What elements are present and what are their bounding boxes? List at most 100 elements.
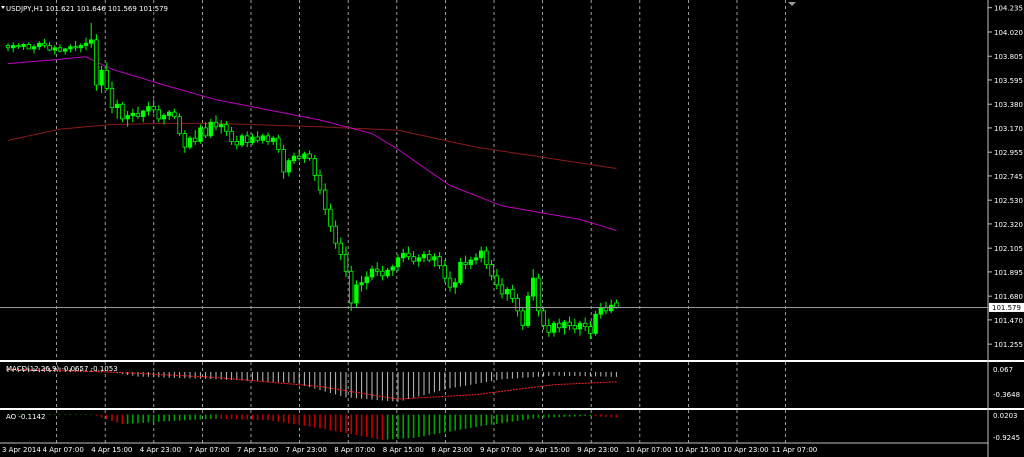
bull-candle-body <box>421 253 427 259</box>
time-axis-label: 4 Apr 15:00 <box>91 446 132 454</box>
bull-candle-body <box>21 43 26 48</box>
bear-candle-body <box>520 310 525 326</box>
time-axis-label: 10 Apr 07:00 <box>626 446 672 454</box>
bear-candle-body <box>614 302 619 308</box>
bear-candle-body <box>203 127 208 137</box>
mt4-chart-window[interactable]: 104.235 104.020 103.805 103.595 103.380 103.1… <box>0 0 1024 457</box>
current-price-label: 101.579 <box>992 304 1021 312</box>
bull-candle-body <box>99 69 104 86</box>
bear-candle-body <box>328 208 333 227</box>
price-axis-label: 101.895 <box>994 269 1023 277</box>
bear-candle-body <box>109 88 115 109</box>
time-axis-label: 9 Apr 15:00 <box>529 446 570 454</box>
bear-candle-body <box>312 158 317 176</box>
time-axis-label: 4 Apr 23:00 <box>140 446 181 454</box>
bull-candle-body <box>10 45 16 49</box>
bear-candle-body <box>16 45 21 48</box>
bear-candle-body <box>57 47 63 52</box>
time-axis-label: 8 Apr 23:00 <box>431 446 472 454</box>
bear-candle-body <box>572 325 577 330</box>
price-axis[interactable]: 104.235 104.020 103.805 103.595 103.380 103.1… <box>988 5 1023 349</box>
price-axis-label: 101.470 <box>994 317 1023 325</box>
time-axis-label: 7 Apr 23:00 <box>286 446 327 454</box>
bear-candle-body <box>281 148 286 173</box>
time-axis-label: 7 Apr 07:00 <box>188 446 229 454</box>
bull-candle-body <box>359 282 364 286</box>
bear-candle-body <box>494 275 499 286</box>
bull-candle-body <box>31 46 37 50</box>
bear-candle-body <box>276 137 281 150</box>
time-axis-label: 8 Apr 15:00 <box>383 446 424 454</box>
bear-candle-body <box>151 106 156 111</box>
bear-candle-body <box>588 326 593 334</box>
bear-candle-body <box>510 288 515 299</box>
price-axis-label: 102.105 <box>994 245 1023 253</box>
price-axis-label: 103.170 <box>994 125 1023 133</box>
bull-candle-body <box>504 288 510 295</box>
bear-candle-body <box>536 277 541 312</box>
bear-candle-body <box>437 256 442 267</box>
bull-candle-body <box>609 304 614 312</box>
price-axis-label: 104.020 <box>994 29 1023 37</box>
bull-candle-body <box>208 121 213 137</box>
ao-scale-bottom: -0.9245 <box>993 434 1020 442</box>
bull-candle-body <box>432 256 437 261</box>
bull-candle-body <box>562 321 567 329</box>
bear-candle-body <box>348 270 354 304</box>
bear-candle-body <box>234 141 239 146</box>
bull-candle-body <box>140 110 146 118</box>
time-axis-label: 3 Apr 2014 <box>2 446 41 454</box>
bear-candle-body <box>229 130 234 142</box>
bear-candle-body <box>338 242 343 255</box>
price-axis-label: 104.235 <box>994 5 1023 13</box>
bear-candle-body <box>5 45 11 49</box>
bear-candle-body <box>322 189 328 210</box>
bull-candle-body <box>270 137 276 142</box>
bull-candle-body <box>250 136 255 144</box>
macd-indicator-title: MACD(12,26,9) -0.0657 -0.1053 <box>6 365 118 373</box>
macd-scale-top: 0.067 <box>993 366 1013 374</box>
bull-candle-body <box>400 252 406 259</box>
bear-candle-body <box>296 155 302 159</box>
ao-indicator-title: AO -0.1142 <box>6 413 45 421</box>
price-axis-label: 102.745 <box>994 173 1023 181</box>
bull-candle-body <box>478 250 484 259</box>
bull-candle-body <box>369 268 375 278</box>
time-axis-label: 9 Apr 23:00 <box>577 446 618 454</box>
bull-candle-body <box>198 127 203 142</box>
bear-candle-body <box>374 268 380 272</box>
time-axis[interactable]: 3 Apr 2014 4 Apr 07:00 4 Apr 15:00 4 Apr 23… <box>2 446 817 454</box>
bull-candle-body <box>577 322 583 330</box>
bear-candle-body <box>307 153 312 159</box>
macd-scale-bottom: -0.3648 <box>993 391 1020 399</box>
bull-candle-body <box>78 45 83 49</box>
bear-candle-body <box>156 109 161 120</box>
bear-candle-body <box>567 321 572 326</box>
bull-candle-body <box>187 137 193 148</box>
macd-panel-separator[interactable] <box>0 360 1024 362</box>
time-axis-label: 4 Apr 07:00 <box>43 446 84 454</box>
bull-candle-body <box>161 115 167 120</box>
time-axis-label: 9 Apr 07:00 <box>480 446 521 454</box>
bear-candle-body <box>213 121 219 128</box>
bear-candle-body <box>583 322 588 328</box>
bear-candle-body <box>411 256 416 262</box>
bear-candle-body <box>489 264 494 277</box>
bear-candle-body <box>172 111 177 118</box>
bull-candle-body <box>468 259 473 265</box>
bear-candle-body <box>224 124 229 132</box>
bear-candle-body <box>73 46 78 49</box>
bear-candle-body <box>104 69 109 89</box>
bull-candle-body <box>146 106 151 112</box>
bull-candle-body <box>390 266 395 271</box>
bear-candle-body <box>26 43 31 50</box>
price-axis-label: 101.680 <box>994 293 1023 301</box>
ao-panel-separator[interactable] <box>0 408 1024 410</box>
bear-candle-body <box>447 277 453 288</box>
time-axis-label: 10 Apr 23:00 <box>723 446 769 454</box>
price-axis-label: 101.255 <box>994 341 1023 349</box>
bear-candle-body <box>317 174 323 191</box>
price-axis-label: 102.320 <box>994 221 1023 229</box>
bull-candle-body <box>416 257 421 262</box>
bull-candle-body <box>291 155 297 162</box>
